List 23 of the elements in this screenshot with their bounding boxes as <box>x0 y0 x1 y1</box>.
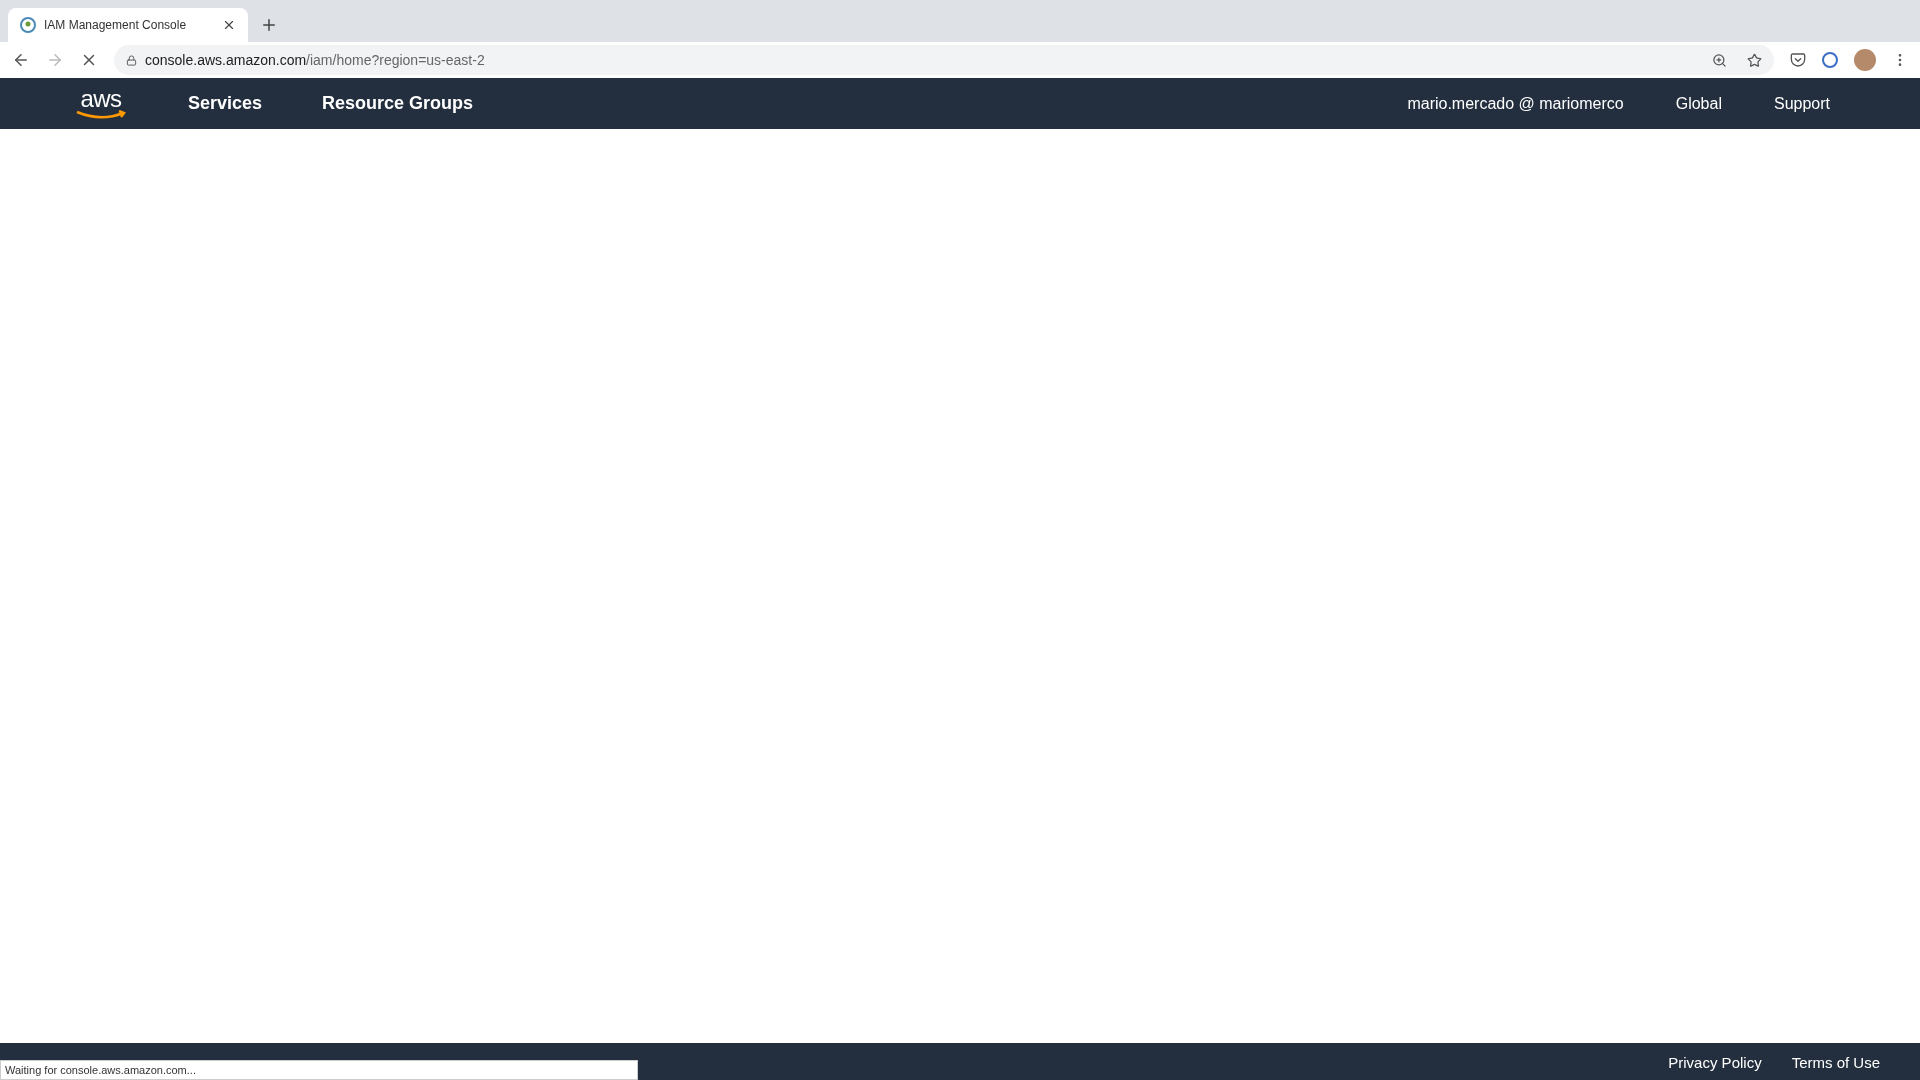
address-bar[interactable]: console.aws.amazon.com/iam/home?region=us-east-2 <box>114 45 1774 75</box>
nav-link[interactable]: Resource Groups <box>322 90 474 117</box>
account-menu[interactable]: mario.mercado @ mariomerco <box>1407 91 1624 116</box>
region-menu[interactable]: Global <box>1675 91 1722 116</box>
zoom-icon[interactable] <box>1712 52 1727 68</box>
footer-link[interactable]: Privacy Policy <box>1668 1052 1762 1075</box>
new-tab-icon[interactable] <box>260 16 278 34</box>
star-icon[interactable] <box>1747 52 1762 68</box>
browser-tab[interactable]: IAM Management Console <box>8 8 248 42</box>
close-icon[interactable] <box>222 18 236 32</box>
nav-link[interactable]: Services <box>188 90 263 117</box>
lock-icon <box>126 54 137 66</box>
status-bubble: Waiting for console.aws.amazon.com... <box>0 1060 638 1080</box>
url-text: console.aws.amazon.com/iam/home?region=us-east-2 <box>145 50 486 70</box>
extension-icon[interactable] <box>1822 52 1838 68</box>
tab-title: IAM Management Console <box>44 17 188 34</box>
globe-icon <box>20 17 36 33</box>
pocket-icon[interactable] <box>1790 52 1806 68</box>
footer-link[interactable]: Terms of Use <box>1791 1052 1880 1075</box>
back-icon[interactable] <box>12 51 30 69</box>
aws-logo[interactable]: aws <box>74 87 128 120</box>
avatar-icon[interactable] <box>1854 49 1876 71</box>
support-menu[interactable]: Support <box>1773 91 1830 116</box>
